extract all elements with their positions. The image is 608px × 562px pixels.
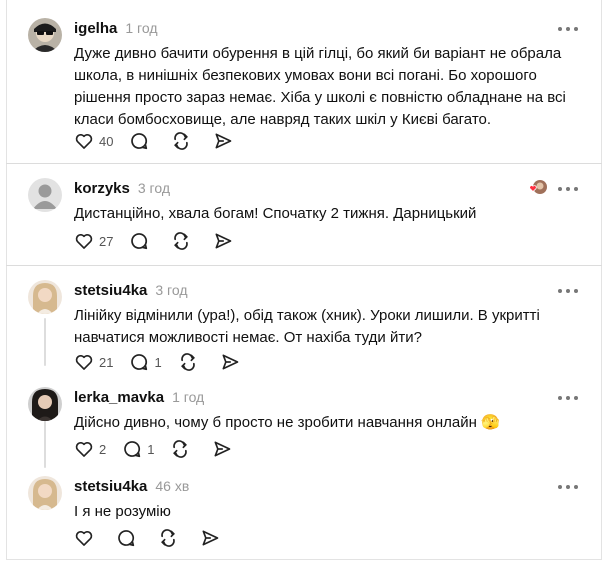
avatar[interactable] xyxy=(28,476,62,510)
avatar[interactable] xyxy=(28,387,62,421)
reply-button[interactable]: 1 xyxy=(122,437,154,461)
action-bar: 40 xyxy=(74,129,255,153)
like-count: 21 xyxy=(99,354,114,370)
heart-icon xyxy=(74,352,94,372)
reply-button[interactable] xyxy=(129,129,149,153)
reply-button[interactable]: 1 xyxy=(129,350,162,374)
username[interactable]: stetsiu4ka xyxy=(74,478,147,495)
repost-button[interactable] xyxy=(170,437,190,461)
more-dots-icon[interactable] xyxy=(558,480,578,494)
comment-bubble-icon xyxy=(116,528,136,548)
divider xyxy=(6,163,602,164)
comment-bubble-icon xyxy=(122,439,142,459)
timestamp: 1 год xyxy=(125,20,158,36)
comment-bubble-icon xyxy=(129,131,149,151)
comment-text: Дійсно дивно, чому б просто не зробити н… xyxy=(74,414,500,431)
send-icon xyxy=(200,528,220,548)
like-button[interactable]: 27 xyxy=(74,229,113,253)
comment: lerka_mavka 1 год Дійсно дивно, чому б п… xyxy=(28,387,584,467)
comment: igelha 1 год Дуже дивно бачити обурення … xyxy=(28,18,584,158)
like-count: 27 xyxy=(99,233,114,249)
send-icon xyxy=(213,231,233,251)
action-bar: 2 1 xyxy=(74,437,254,461)
repost-icon xyxy=(178,352,198,372)
comment-text: Дуже дивно бачити обурення в цій гілці, … xyxy=(74,45,566,128)
liked-by-author-badge xyxy=(528,178,548,198)
repost-button[interactable] xyxy=(171,229,191,253)
like-count: 2 xyxy=(99,441,107,457)
share-button[interactable] xyxy=(212,437,232,461)
repost-button[interactable] xyxy=(178,350,198,374)
share-button[interactable] xyxy=(213,229,233,253)
username[interactable]: stetsiu4ka xyxy=(74,282,147,299)
send-icon xyxy=(212,439,232,459)
more-dots-icon[interactable] xyxy=(558,284,578,298)
repost-icon xyxy=(171,231,191,251)
share-button[interactable] xyxy=(200,526,220,550)
comment: stetsiu4ka 46 хв І я не розумію xyxy=(28,476,584,556)
heart-icon xyxy=(74,131,94,151)
comment-text: Дистанційно, хвала богам! Спочатку 2 тиж… xyxy=(74,205,477,222)
reply-button[interactable] xyxy=(116,526,136,550)
repost-icon xyxy=(170,439,190,459)
timestamp: 3 год xyxy=(155,282,188,298)
heart-icon xyxy=(74,231,94,251)
reply-count: 1 xyxy=(147,441,155,457)
comment-text: Лінійку відмінили (ура!), обід також (хн… xyxy=(74,307,540,346)
reply-button[interactable] xyxy=(129,229,149,253)
avatar[interactable] xyxy=(28,280,62,314)
username[interactable]: lerka_mavka xyxy=(74,389,164,406)
like-button[interactable]: 21 xyxy=(74,350,113,374)
repost-icon xyxy=(158,528,178,548)
repost-button[interactable] xyxy=(158,526,178,550)
comment: korzyks 3 год Дистанційно, хвала богам! … xyxy=(28,178,584,260)
divider xyxy=(6,265,602,266)
avatar[interactable] xyxy=(28,18,62,52)
share-button[interactable] xyxy=(220,350,240,374)
comment: stetsiu4ka 3 год Лінійку відмінили (ура!… xyxy=(28,280,584,375)
username[interactable]: igelha xyxy=(74,20,117,37)
like-button[interactable]: 2 xyxy=(74,437,106,461)
avatar[interactable] xyxy=(28,178,62,212)
timestamp: 46 хв xyxy=(155,478,190,494)
send-icon xyxy=(220,352,240,372)
share-button[interactable] xyxy=(213,129,233,153)
action-bar: 27 xyxy=(74,229,255,253)
username[interactable]: korzyks xyxy=(74,180,130,197)
more-dots-icon[interactable] xyxy=(558,182,578,196)
comment-text: І я не розумію xyxy=(74,503,171,520)
like-count: 40 xyxy=(99,133,114,149)
heart-icon xyxy=(74,439,94,459)
action-bar: 21 1 xyxy=(74,350,262,374)
repost-button[interactable] xyxy=(171,129,191,153)
like-button[interactable] xyxy=(74,526,94,550)
more-dots-icon[interactable] xyxy=(558,391,578,405)
more-dots-icon[interactable] xyxy=(558,22,578,36)
action-bar xyxy=(74,526,242,550)
reply-count: 1 xyxy=(154,354,162,370)
timestamp: 3 год xyxy=(137,180,170,196)
comment-bubble-icon xyxy=(129,352,149,372)
heart-icon xyxy=(74,528,94,548)
like-button[interactable]: 40 xyxy=(74,129,113,153)
timestamp: 1 год xyxy=(172,389,205,405)
comment-bubble-icon xyxy=(129,231,149,251)
send-icon xyxy=(213,131,233,151)
repost-icon xyxy=(171,131,191,151)
